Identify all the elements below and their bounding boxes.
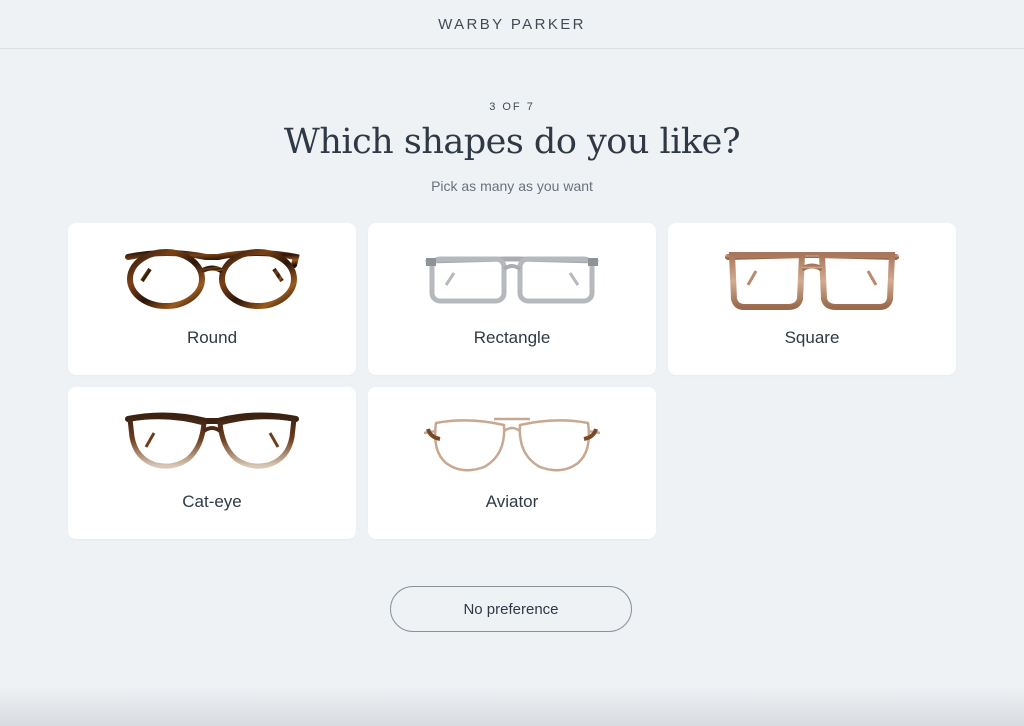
no-preference-button[interactable]: No preference [390, 586, 632, 632]
shape-option-aviator[interactable]: Aviator [368, 387, 656, 539]
cat-eye-glasses-icon [125, 412, 299, 469]
shape-label: Rectangle [473, 328, 551, 347]
shape-label: Round [186, 328, 238, 347]
bottom-fade [0, 686, 1024, 726]
shape-option-rectangle[interactable]: Rectangle [368, 223, 656, 375]
rectangle-glasses-icon [425, 256, 599, 304]
shape-label: Aviator [485, 492, 539, 511]
round-glasses-icon [125, 249, 300, 309]
page-subtitle: Pick as many as you want [431, 178, 593, 194]
aviator-glasses-icon [423, 417, 601, 472]
shape-option-square[interactable]: Square [668, 223, 956, 375]
brand-logo[interactable]: WARBY PARKER [438, 16, 586, 33]
shape-label: Square [784, 328, 840, 347]
shape-option-cat-eye[interactable]: Cat-eye [68, 387, 356, 539]
shape-label: Cat-eye [182, 492, 242, 511]
step-indicator: 3 OF 7 [489, 101, 535, 113]
quiz-page: WARBY PARKER 3 OF 7 Which shapes do you … [0, 0, 1024, 726]
square-glasses-icon [725, 252, 899, 310]
top-bar: WARBY PARKER [0, 0, 1024, 49]
page-title: Which shapes do you like? [283, 122, 741, 162]
shape-option-round[interactable]: Round [68, 223, 356, 375]
